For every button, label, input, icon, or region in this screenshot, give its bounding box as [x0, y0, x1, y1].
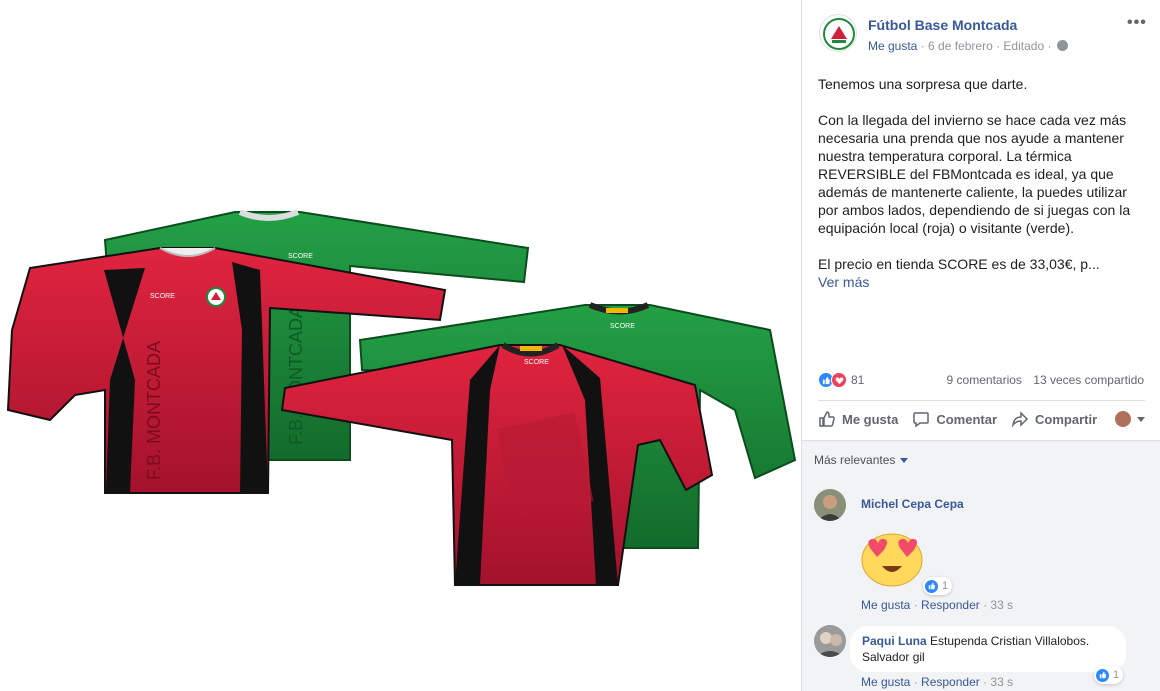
user-photo: [814, 625, 846, 657]
comment-reply-link[interactable]: Responder: [921, 598, 980, 612]
comment-reactions[interactable]: 1: [923, 577, 953, 595]
user-photo: [814, 489, 846, 521]
more-options-icon[interactable]: •••: [1127, 14, 1147, 32]
post-paragraph: El precio en tienda SCORE es de 33,03€, …: [818, 256, 1100, 272]
post-date[interactable]: 6 de febrero: [928, 39, 993, 53]
heart-eyes-sticker: [856, 526, 936, 588]
comment-sort-dropdown[interactable]: Más relevantes: [814, 453, 909, 467]
comment-sort-label: Más relevantes: [814, 453, 896, 467]
chevron-down-icon: [1137, 416, 1145, 422]
post-paragraph: Con la llegada del invierno se hace cada…: [818, 112, 1131, 236]
green-shirt-brand: SCORE: [288, 253, 313, 260]
comment-reaction-count: 1: [942, 580, 949, 592]
comments-count[interactable]: 9 comentarios: [947, 373, 1022, 387]
like-reaction-icon: [1095, 667, 1110, 683]
comment-like-link[interactable]: Me gusta: [861, 675, 910, 689]
svg-text:SCORE: SCORE: [524, 359, 549, 366]
meta-separator: ·: [917, 39, 929, 53]
meta-separator: ·: [1044, 39, 1055, 53]
heart-eyes-emoji-icon: [861, 533, 923, 587]
comment-button[interactable]: Comentar: [912, 410, 997, 428]
svg-text:SCORE: SCORE: [150, 293, 175, 300]
svg-text:SCORE: SCORE: [610, 323, 635, 330]
globe-icon: [1056, 40, 1068, 51]
comment-time[interactable]: 33 s: [990, 598, 1013, 612]
club-crest-icon: [823, 18, 855, 50]
page-name[interactable]: Fútbol Base Montcada: [868, 17, 1017, 33]
like-reaction-icon: [924, 578, 939, 594]
post-text: Tenemos una sorpresa que darte. Con la l…: [818, 75, 1150, 291]
post-paragraph: Tenemos una sorpresa que darte.: [818, 76, 1028, 92]
share-icon: [1011, 411, 1029, 428]
comment-reaction-count: 1: [1113, 669, 1120, 681]
shares-count[interactable]: 13 veces compartido: [1033, 373, 1144, 387]
commenter-avatar[interactable]: [814, 489, 846, 521]
engagement-counts: 9 comentarios 13 veces compartido: [947, 373, 1144, 387]
love-reaction-icon: [831, 372, 847, 388]
comment-time[interactable]: 33 s: [990, 675, 1013, 689]
page-avatar[interactable]: [819, 14, 857, 52]
comments-section: Más relevantes Michel Cepa Cepa 1 Me gus…: [802, 440, 1160, 691]
viewer-avatar: [1115, 411, 1131, 427]
comment-body: Paqui Luna Estupenda Cristian Villalobos…: [862, 633, 1114, 665]
comment-like-link[interactable]: Me gusta: [861, 598, 910, 612]
comment-actions: Me gusta · Responder · 33 s: [861, 598, 1014, 612]
reaction-count: 81: [851, 373, 865, 387]
reactions-summary[interactable]: 81: [818, 371, 864, 389]
commenter-avatar[interactable]: [814, 625, 846, 657]
edited-label[interactable]: Editado: [1003, 39, 1044, 53]
share-button-label: Compartir: [1035, 411, 1098, 427]
post-photo[interactable]: SCORE F.B. MONTCADA SCORE F.B. MONTCADA …: [0, 0, 801, 691]
thumbs-up-icon: [819, 411, 835, 427]
comment-author[interactable]: Paqui Luna: [862, 634, 927, 648]
post-as-selector[interactable]: [1115, 411, 1145, 427]
comment-reply-link[interactable]: Responder: [921, 675, 980, 689]
like-button-label: Me gusta: [842, 411, 899, 427]
post-actions: Me gusta Comentar Compartir: [818, 404, 1145, 434]
comment-actions: Me gusta · Responder · 33 s: [861, 675, 1014, 689]
svg-text:F.B. MONTCADA: F.B. MONTCADA: [144, 341, 164, 480]
comment-icon: [913, 412, 930, 428]
meta-separator: ·: [992, 39, 1004, 53]
page-like-link[interactable]: Me gusta: [868, 39, 917, 53]
divider: [818, 400, 1145, 401]
post-panel: Fútbol Base Montcada Me gusta · 6 de feb…: [801, 0, 1160, 691]
comment-author[interactable]: Michel Cepa Cepa: [861, 497, 964, 511]
svg-text:F.B. MONTCADA: F.B. MONTCADA: [286, 306, 306, 445]
comment-reactions[interactable]: 1: [1094, 666, 1124, 684]
post-meta: Me gusta · 6 de febrero · Editado ·: [868, 39, 1068, 53]
like-button[interactable]: Me gusta: [818, 410, 898, 428]
comment-button-label: Comentar: [936, 411, 998, 427]
see-more-link[interactable]: Ver más: [818, 273, 1150, 291]
chevron-down-icon: [900, 457, 909, 463]
shirts-illustration: SCORE F.B. MONTCADA SCORE F.B. MONTCADA …: [6, 209, 797, 586]
comment-bubble: Paqui Luna Estupenda Cristian Villalobos…: [850, 626, 1126, 672]
share-button[interactable]: Compartir: [1011, 410, 1097, 428]
